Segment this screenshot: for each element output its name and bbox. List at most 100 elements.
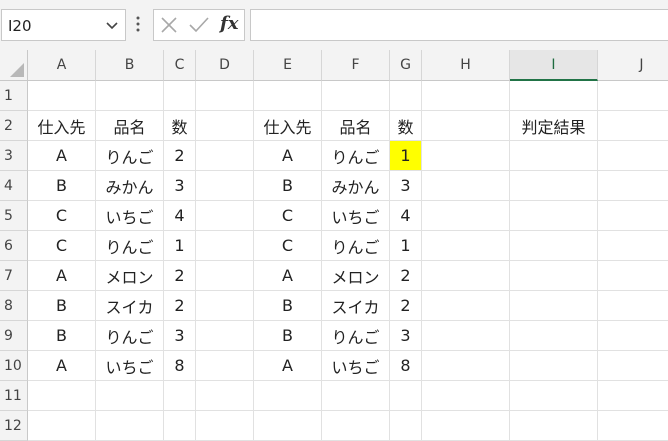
cell-i1[interactable] xyxy=(510,81,598,111)
column-header-j[interactable]: J xyxy=(598,50,668,81)
cell-g6[interactable]: 1 xyxy=(390,231,422,261)
cell-f3[interactable]: りんご xyxy=(322,141,390,171)
cell-i5[interactable] xyxy=(510,201,598,231)
cell-h9[interactable] xyxy=(422,321,510,351)
name-box-value[interactable]: I20 xyxy=(8,17,32,35)
cell-j10[interactable] xyxy=(598,351,668,381)
cell-i12[interactable] xyxy=(510,411,598,441)
cell-a5[interactable]: C xyxy=(28,201,96,231)
cell-i7[interactable] xyxy=(510,261,598,291)
column-header-f[interactable]: F xyxy=(322,50,390,81)
cell-a3[interactable]: A xyxy=(28,141,96,171)
cell-h5[interactable] xyxy=(422,201,510,231)
cell-c4[interactable]: 3 xyxy=(164,171,196,201)
cell-f7[interactable]: メロン xyxy=(322,261,390,291)
cell-j4[interactable] xyxy=(598,171,668,201)
cell-i3[interactable] xyxy=(510,141,598,171)
cell-e11[interactable] xyxy=(254,381,322,411)
cell-e2[interactable]: 仕入先 xyxy=(254,111,322,141)
row-header-2[interactable]: 2 xyxy=(0,111,28,141)
cell-h8[interactable] xyxy=(422,291,510,321)
cell-h3[interactable] xyxy=(422,141,510,171)
cell-c6[interactable]: 1 xyxy=(164,231,196,261)
cell-e1[interactable] xyxy=(254,81,322,111)
cell-g7[interactable]: 2 xyxy=(390,261,422,291)
name-box[interactable]: I20 xyxy=(1,9,126,41)
cell-f6[interactable]: りんご xyxy=(322,231,390,261)
cell-b3[interactable]: りんご xyxy=(96,141,164,171)
select-all-corner[interactable] xyxy=(0,50,28,81)
cell-c10[interactable]: 8 xyxy=(164,351,196,381)
cell-j8[interactable] xyxy=(598,291,668,321)
cell-a11[interactable] xyxy=(28,381,96,411)
cell-f10[interactable]: いちご xyxy=(322,351,390,381)
cell-c1[interactable] xyxy=(164,81,196,111)
cell-g4[interactable]: 3 xyxy=(390,171,422,201)
cell-h1[interactable] xyxy=(422,81,510,111)
row-header-9[interactable]: 9 xyxy=(0,321,28,351)
chevron-down-icon[interactable] xyxy=(105,16,119,34)
cell-c9[interactable]: 3 xyxy=(164,321,196,351)
more-options-icon[interactable] xyxy=(135,14,141,34)
cell-h6[interactable] xyxy=(422,231,510,261)
formula-input[interactable] xyxy=(250,9,668,41)
cell-d7[interactable] xyxy=(196,261,254,291)
cell-a9[interactable]: B xyxy=(28,321,96,351)
cell-i9[interactable] xyxy=(510,321,598,351)
cell-e7[interactable]: A xyxy=(254,261,322,291)
insert-function-button[interactable]: fx xyxy=(220,13,238,34)
cell-d8[interactable] xyxy=(196,291,254,321)
cell-c8[interactable]: 2 xyxy=(164,291,196,321)
cell-f4[interactable]: みかん xyxy=(322,171,390,201)
cell-g3[interactable]: 1 xyxy=(390,141,422,171)
cell-c7[interactable]: 2 xyxy=(164,261,196,291)
cancel-icon[interactable] xyxy=(160,16,178,34)
column-header-e[interactable]: E xyxy=(254,50,322,81)
cell-c2[interactable]: 数 xyxy=(164,111,196,141)
cell-a10[interactable]: A xyxy=(28,351,96,381)
row-header-1[interactable]: 1 xyxy=(0,81,28,111)
cell-e12[interactable] xyxy=(254,411,322,441)
cell-g8[interactable]: 2 xyxy=(390,291,422,321)
cell-c12[interactable] xyxy=(164,411,196,441)
row-header-12[interactable]: 12 xyxy=(0,411,28,441)
cell-e8[interactable]: B xyxy=(254,291,322,321)
column-header-d[interactable]: D xyxy=(196,50,254,81)
cell-j11[interactable] xyxy=(598,381,668,411)
cell-j12[interactable] xyxy=(598,411,668,441)
column-header-a[interactable]: A xyxy=(28,50,96,81)
row-header-11[interactable]: 11 xyxy=(0,381,28,411)
cell-b12[interactable] xyxy=(96,411,164,441)
cell-j6[interactable] xyxy=(598,231,668,261)
column-header-b[interactable]: B xyxy=(96,50,164,81)
cell-g12[interactable] xyxy=(390,411,422,441)
cell-c11[interactable] xyxy=(164,381,196,411)
cell-f1[interactable] xyxy=(322,81,390,111)
cell-d3[interactable] xyxy=(196,141,254,171)
cell-f12[interactable] xyxy=(322,411,390,441)
cell-f9[interactable]: りんご xyxy=(322,321,390,351)
column-header-c[interactable]: C xyxy=(164,50,196,81)
cell-b4[interactable]: みかん xyxy=(96,171,164,201)
cell-d12[interactable] xyxy=(196,411,254,441)
cell-j7[interactable] xyxy=(598,261,668,291)
cell-e3[interactable]: A xyxy=(254,141,322,171)
cell-b7[interactable]: メロン xyxy=(96,261,164,291)
cell-h12[interactable] xyxy=(422,411,510,441)
cell-g11[interactable] xyxy=(390,381,422,411)
cell-h7[interactable] xyxy=(422,261,510,291)
row-header-7[interactable]: 7 xyxy=(0,261,28,291)
cell-b2[interactable]: 品名 xyxy=(96,111,164,141)
cell-j9[interactable] xyxy=(598,321,668,351)
cell-c3[interactable]: 2 xyxy=(164,141,196,171)
cell-b1[interactable] xyxy=(96,81,164,111)
row-header-6[interactable]: 6 xyxy=(0,231,28,261)
cell-h4[interactable] xyxy=(422,171,510,201)
cell-b11[interactable] xyxy=(96,381,164,411)
cell-i4[interactable] xyxy=(510,171,598,201)
cell-f8[interactable]: スイカ xyxy=(322,291,390,321)
cell-a8[interactable]: B xyxy=(28,291,96,321)
cell-e10[interactable]: A xyxy=(254,351,322,381)
cell-g2[interactable]: 数 xyxy=(390,111,422,141)
cell-h10[interactable] xyxy=(422,351,510,381)
